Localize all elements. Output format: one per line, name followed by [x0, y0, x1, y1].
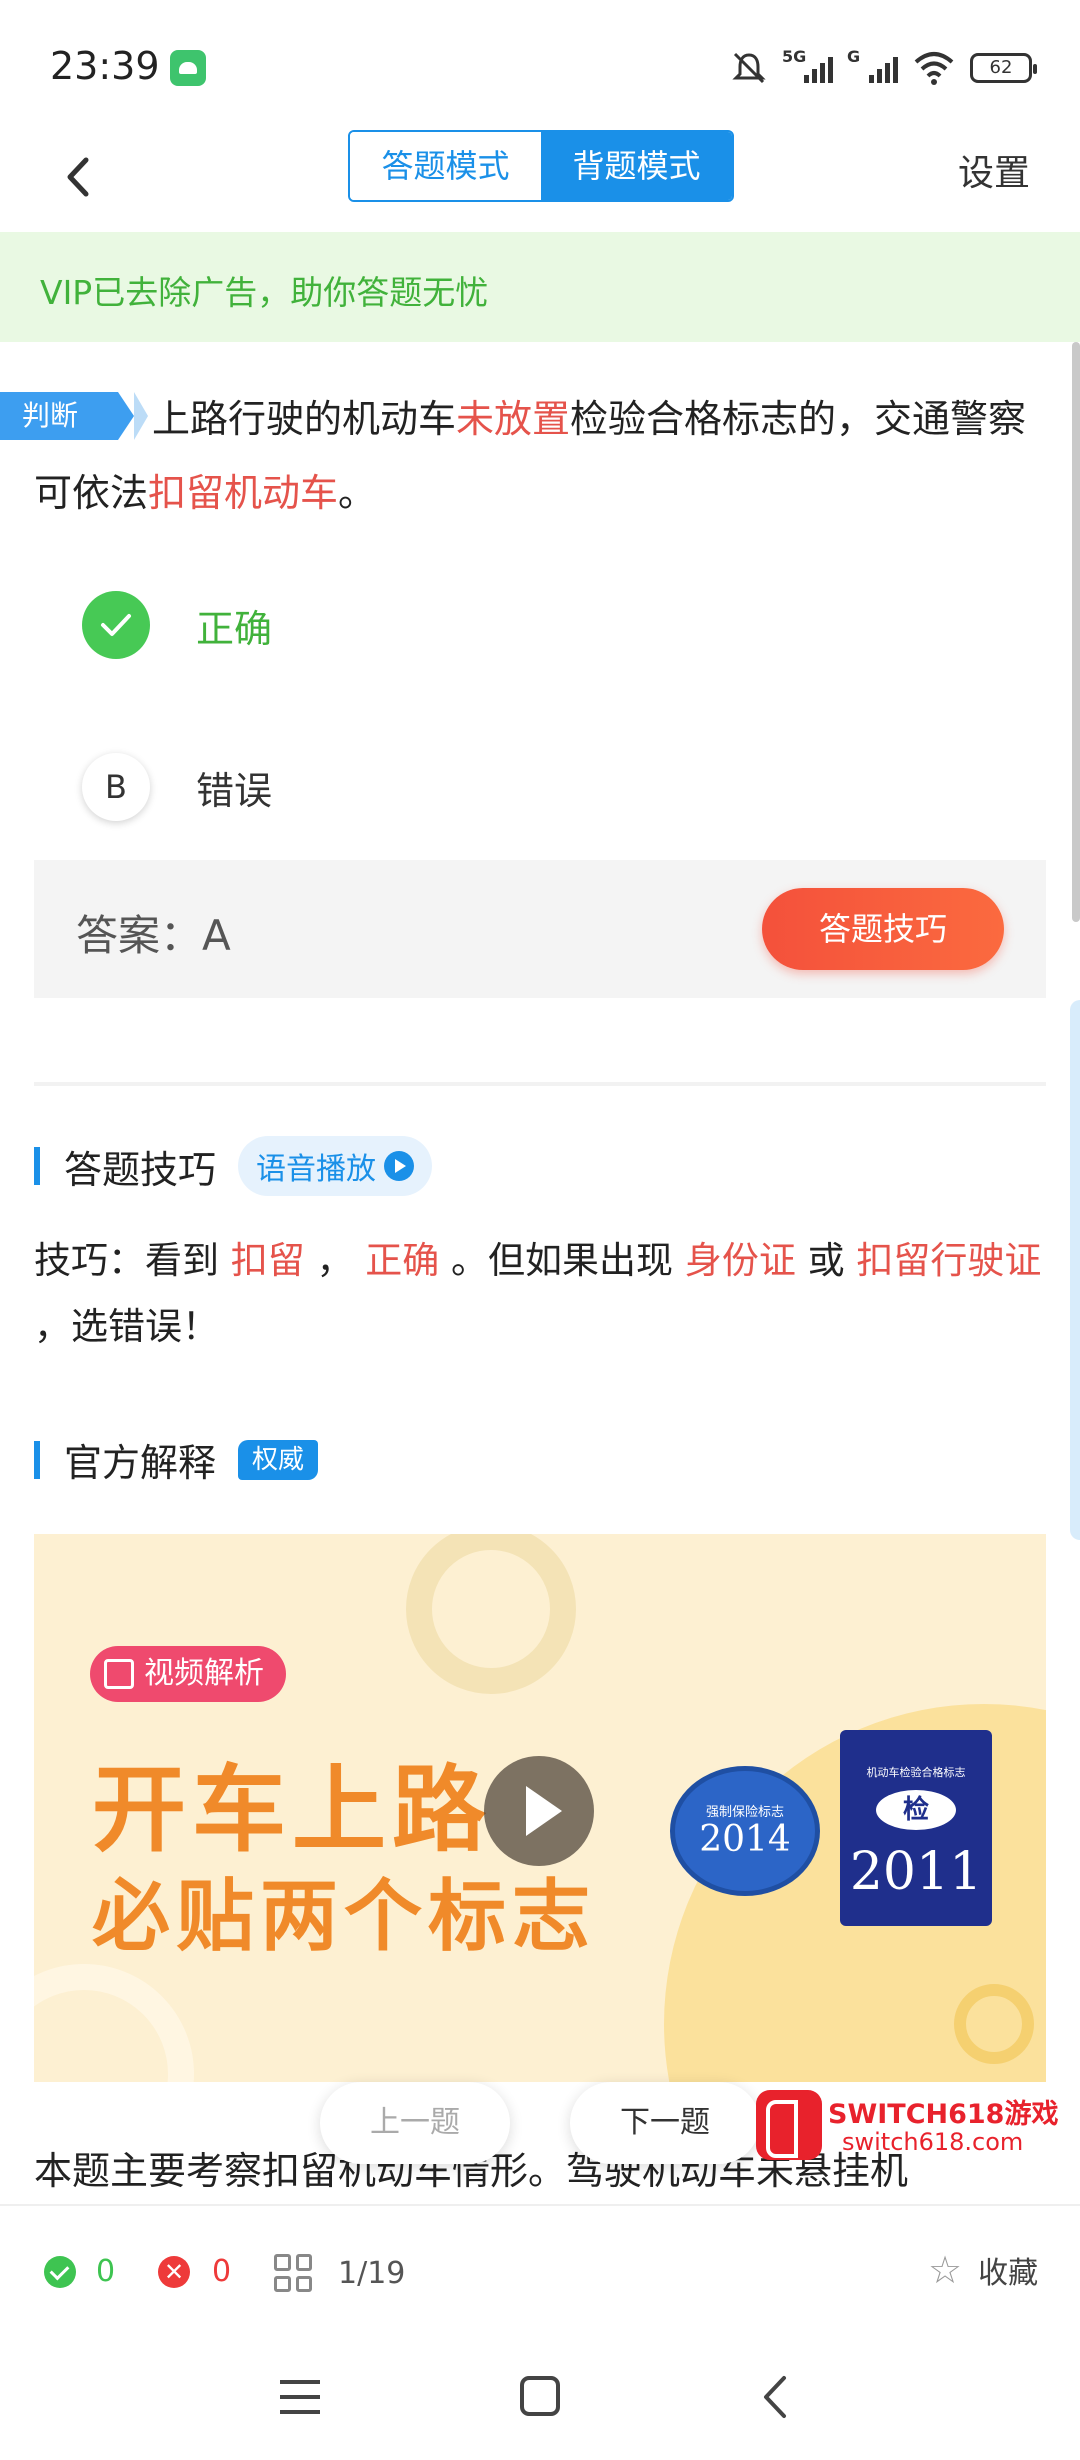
wifi-icon [914, 52, 954, 85]
decor-ring [406, 1534, 576, 1694]
decor-ring [954, 1984, 1034, 2064]
favorite-label: 收藏 [978, 2256, 1039, 2291]
correct-counter: 0 [44, 2254, 115, 2289]
next-question-button[interactable]: 下一题 [570, 2082, 760, 2164]
inspection-sticker: 机动车检验合格标志 检 2011 [840, 1730, 992, 1926]
system-back-icon[interactable] [756, 2372, 796, 2422]
correct-icon [44, 2255, 76, 2288]
authority-badge: 权威 [238, 1439, 319, 1480]
option-b[interactable]: B 错误 [82, 752, 272, 822]
text-segment: 或 [795, 1239, 857, 1282]
watermark-title: SWITCH618游戏 [828, 2099, 1059, 2130]
video-title-line2: 必贴两个标志 [92, 1872, 597, 1962]
mute-icon [732, 52, 766, 84]
video-label: 视频解析 [144, 1656, 264, 1691]
home-icon[interactable] [520, 2376, 560, 2416]
highlight-text: 正确 [365, 1239, 440, 1282]
edge-panel-handle[interactable] [1070, 1000, 1080, 1540]
decor-ring [34, 1964, 194, 2082]
system-nav-bar [0, 2334, 1080, 2460]
voice-play-label: 语音播放 [256, 1152, 377, 1187]
insurance-sticker-year: 2014 [699, 1819, 791, 1860]
option-b-letter: B [82, 753, 150, 821]
highlight-text: 身份证 [684, 1239, 796, 1282]
android-app-icon [170, 50, 206, 86]
official-section-header: 官方解释 权威 [34, 1432, 319, 1487]
status-icons: 5G G 62 [730, 46, 1037, 90]
check-icon [82, 591, 150, 659]
text-segment: 。 [338, 471, 377, 515]
wrong-icon: ✕ [158, 2255, 190, 2288]
video-play-icon[interactable] [484, 1756, 594, 1866]
tips-text: 技巧：看到 扣留 ， 正确 。但如果出现 身份证 或 扣留行驶证 ，选错误！ [34, 1228, 1046, 1360]
text-segment: 。但如果出现 [439, 1239, 685, 1282]
back-arrow-icon[interactable] [50, 142, 110, 212]
highlight-text: 扣留行驶证 [856, 1239, 1042, 1282]
prev-question-button[interactable]: 上一题 [320, 2082, 510, 2164]
inspection-sticker-year: 2011 [849, 1842, 983, 1902]
correct-count: 0 [96, 2254, 116, 2289]
text-segment: ，选错误！ [34, 1305, 219, 1348]
top-nav-bar: 答题模式 背题模式 设置 [0, 130, 1080, 230]
section-accent-bar [34, 1147, 40, 1185]
answer-text: 答案：A [76, 911, 231, 960]
status-bar: 23:39 5G G 62 [0, 0, 1080, 130]
official-section-title: 官方解释 [64, 1441, 217, 1485]
question-grid-button[interactable]: 1/19 [274, 2254, 405, 2292]
inspection-sticker-label: 机动车检验合格标志 [866, 1766, 966, 1779]
text-segment: 上路行驶的机动车 [152, 397, 457, 441]
status-time: 23:39 [50, 44, 160, 88]
signal-icon: G [847, 47, 898, 83]
watermark-url: switch618.com [842, 2128, 1024, 2156]
vip-banner: VIP已去除广告，助你答题无忧 [0, 232, 1080, 342]
highlight-text: 扣留机动车 [148, 471, 339, 515]
mode-toggle: 答题模式 背题模式 [348, 130, 734, 202]
wrong-count: 0 [212, 2254, 232, 2289]
option-a-label: 正确 [196, 606, 273, 651]
insurance-sticker: 强制保险标志 2014 [670, 1766, 820, 1896]
watermark: SWITCH618游戏 switch618.com [756, 2090, 1080, 2162]
insurance-sticker-label: 强制保险标志 [705, 1805, 784, 1820]
favorite-button[interactable]: ☆ 收藏 [928, 2248, 1038, 2292]
video-explanation-card[interactable]: 视频解析 开车上路 必贴两个标志 强制保险标志 2014 机动车检验合格标志 检… [34, 1534, 1046, 2082]
star-icon: ☆ [928, 2248, 963, 2292]
video-label-pill: 视频解析 [90, 1646, 286, 1702]
settings-button[interactable]: 设置 [958, 144, 1030, 196]
play-icon [384, 1151, 415, 1181]
section-accent-bar [34, 1440, 40, 1479]
text-segment: ， [304, 1239, 366, 1282]
bottom-bar: 0 ✕ 0 1/19 ☆ 收藏 [0, 2204, 1080, 2334]
text-segment: 技巧：看到 [34, 1239, 231, 1282]
inspection-sticker-mark: 检 [876, 1790, 956, 1830]
highlight-text: 未放置 [456, 397, 571, 441]
question-text: 上路行驶的机动车未放置检验合格标志的，交通警察可依法扣留机动车。 [34, 382, 1044, 530]
recent-apps-icon[interactable] [280, 2380, 320, 2414]
tips-button[interactable]: 答题技巧 [762, 888, 1004, 970]
voice-play-button[interactable]: 语音播放 [238, 1136, 433, 1196]
video-icon [104, 1659, 134, 1689]
review-mode-tab[interactable]: 背题模式 [541, 132, 732, 200]
section-divider [34, 1082, 1046, 1086]
battery-icon: 62 [970, 53, 1037, 83]
progress-text: 1/19 [338, 2255, 406, 2291]
scrollbar[interactable] [1072, 342, 1080, 922]
network-type-label: G [847, 47, 861, 66]
option-b-label: 错误 [196, 768, 273, 813]
option-a[interactable]: 正确 [82, 590, 272, 660]
answer-box: 答案：A 答题技巧 [34, 860, 1046, 998]
video-title-line1: 开车上路 [92, 1756, 493, 1865]
tips-section-title: 答题技巧 [64, 1147, 217, 1192]
switch-logo-icon [756, 2090, 822, 2160]
network-type-label: 5G [782, 47, 807, 66]
tips-section-header: 答题技巧 语音播放 [34, 1136, 433, 1196]
vip-banner-text: VIP已去除广告，助你答题无忧 [40, 273, 489, 312]
highlight-text: 扣留 [230, 1239, 305, 1282]
grid-icon [274, 2254, 312, 2292]
answer-mode-tab[interactable]: 答题模式 [350, 132, 541, 200]
signal-icon: 5G [782, 47, 833, 83]
wrong-counter: ✕ 0 [158, 2254, 231, 2289]
